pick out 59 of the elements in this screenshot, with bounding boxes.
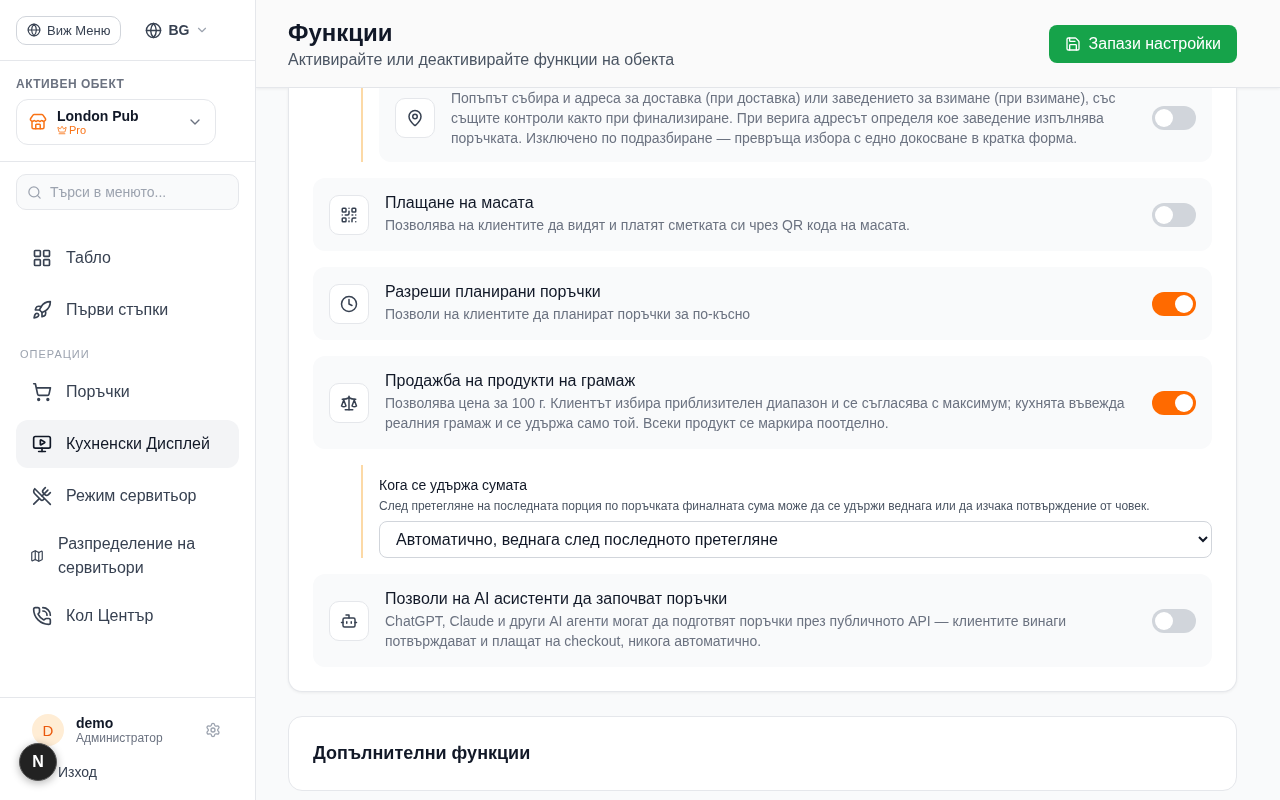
utensils-icon	[32, 486, 52, 506]
toggle-switch[interactable]	[1152, 106, 1196, 130]
toggle-switch[interactable]	[1152, 608, 1196, 633]
map-icon	[30, 549, 44, 563]
scale-icon	[329, 382, 369, 423]
logout-link[interactable]: Изход	[58, 764, 97, 780]
venue-selector[interactable]: London Pub Pro	[16, 99, 216, 145]
clock-icon	[329, 283, 369, 324]
dashboard-icon	[32, 248, 52, 268]
store-icon	[29, 113, 47, 131]
toggle-switch[interactable]	[1152, 202, 1196, 227]
toggle-switch[interactable]	[1152, 291, 1196, 316]
user-role: Администратор	[76, 731, 164, 745]
feature-title: Продажба на продукти на грамаж	[385, 372, 637, 390]
feature-title: Плащане на масата	[385, 194, 535, 212]
nav-item[interactable]: Кухненски Дисплей	[16, 420, 239, 468]
rocket-icon	[32, 300, 52, 320]
charge-mode-select[interactable]: Автоматично, веднага след последното претегляне	[379, 521, 1212, 558]
page-title: Функции	[288, 18, 394, 47]
toggle-switch[interactable]	[1152, 390, 1196, 415]
feature-description: ChatGPT, Claude и други AI агенти могат да подготвят поръчки през публичното API — клиентите винаги потвърждават и плащат на checkout, никога автоматично.	[385, 612, 1068, 651]
monitor-icon	[32, 434, 52, 454]
phone-icon	[32, 606, 52, 626]
setting-label: Кога се удържа сумата	[379, 477, 529, 493]
search-icon	[27, 185, 42, 200]
venue-name: London Pub	[57, 108, 140, 124]
location-pin-icon	[395, 98, 435, 138]
view-menu-button[interactable]: Виж Меню	[16, 15, 122, 45]
feature-title: Позволи на AI асистенти да започват поръчки	[385, 590, 729, 608]
nav-item[interactable]: Разпределение на сервитьори	[16, 524, 239, 588]
nav-item[interactable]: Режим сервитьор	[16, 472, 239, 520]
section-title: Допълнителни функции	[313, 743, 532, 764]
nav-item[interactable]: Кол Център	[16, 592, 239, 640]
robot-icon	[329, 600, 369, 641]
feature-description: Позволява цена за 100 г. Клиентът избира приблизителен диапазон и се съгласява с максимум; кухнята въвежда реалния грамаж и се удържа само той. Всеки продукт се маркира поотделно.	[385, 394, 1126, 433]
nav-item[interactable]: Табло	[16, 234, 239, 282]
dev-tools-badge[interactable]: N	[19, 743, 57, 781]
settings-icon[interactable]	[205, 722, 221, 738]
section-label: АКТИВЕН ОБЕКТ	[16, 77, 126, 91]
feature-description: Позволява на клиентите да видят и платят сметката си чрез QR кода на масата.	[385, 216, 911, 235]
page-subtitle: Активирайте или деактивирайте функции на обекта	[288, 50, 675, 69]
search-field[interactable]: Търси в менюто...	[16, 174, 239, 210]
user-name: demo	[76, 715, 115, 731]
plan-label: Pro	[69, 124, 87, 136]
feature-title: Разреши планирани поръчки	[385, 283, 602, 301]
nav-item[interactable]: Поръчки	[16, 368, 239, 416]
globe-icon	[145, 21, 163, 39]
feature-description: Позволи на клиентите да планират поръчки за по-късно	[385, 305, 752, 324]
qr-code-icon	[329, 194, 369, 235]
user-avatar: D	[32, 714, 64, 746]
cart-icon	[32, 382, 52, 402]
nav-section-heading: ОПЕРАЦИИ	[19, 347, 91, 362]
globe-icon	[27, 23, 41, 37]
setting-description: След претегляне на последната порция по поръчката финалната сума може да се удържи веднага или да изчака потвърждение от човек.	[379, 499, 1151, 513]
language-selector[interactable]: BG	[141, 17, 214, 43]
save-icon	[1064, 35, 1081, 52]
feature-description: Попъпът събира и адреса за доставка (при доставка) или заведението за взимане (при взимане), със същите контроли както при финализиране. При верига адресът определя кое заведение изпълнява поръчката. Изключено по подразбиране — превръща избора с едно докосване в кратка форма.	[451, 89, 1117, 148]
nav-item[interactable]: Първи стъпки	[16, 286, 239, 334]
crown-icon	[57, 125, 67, 135]
